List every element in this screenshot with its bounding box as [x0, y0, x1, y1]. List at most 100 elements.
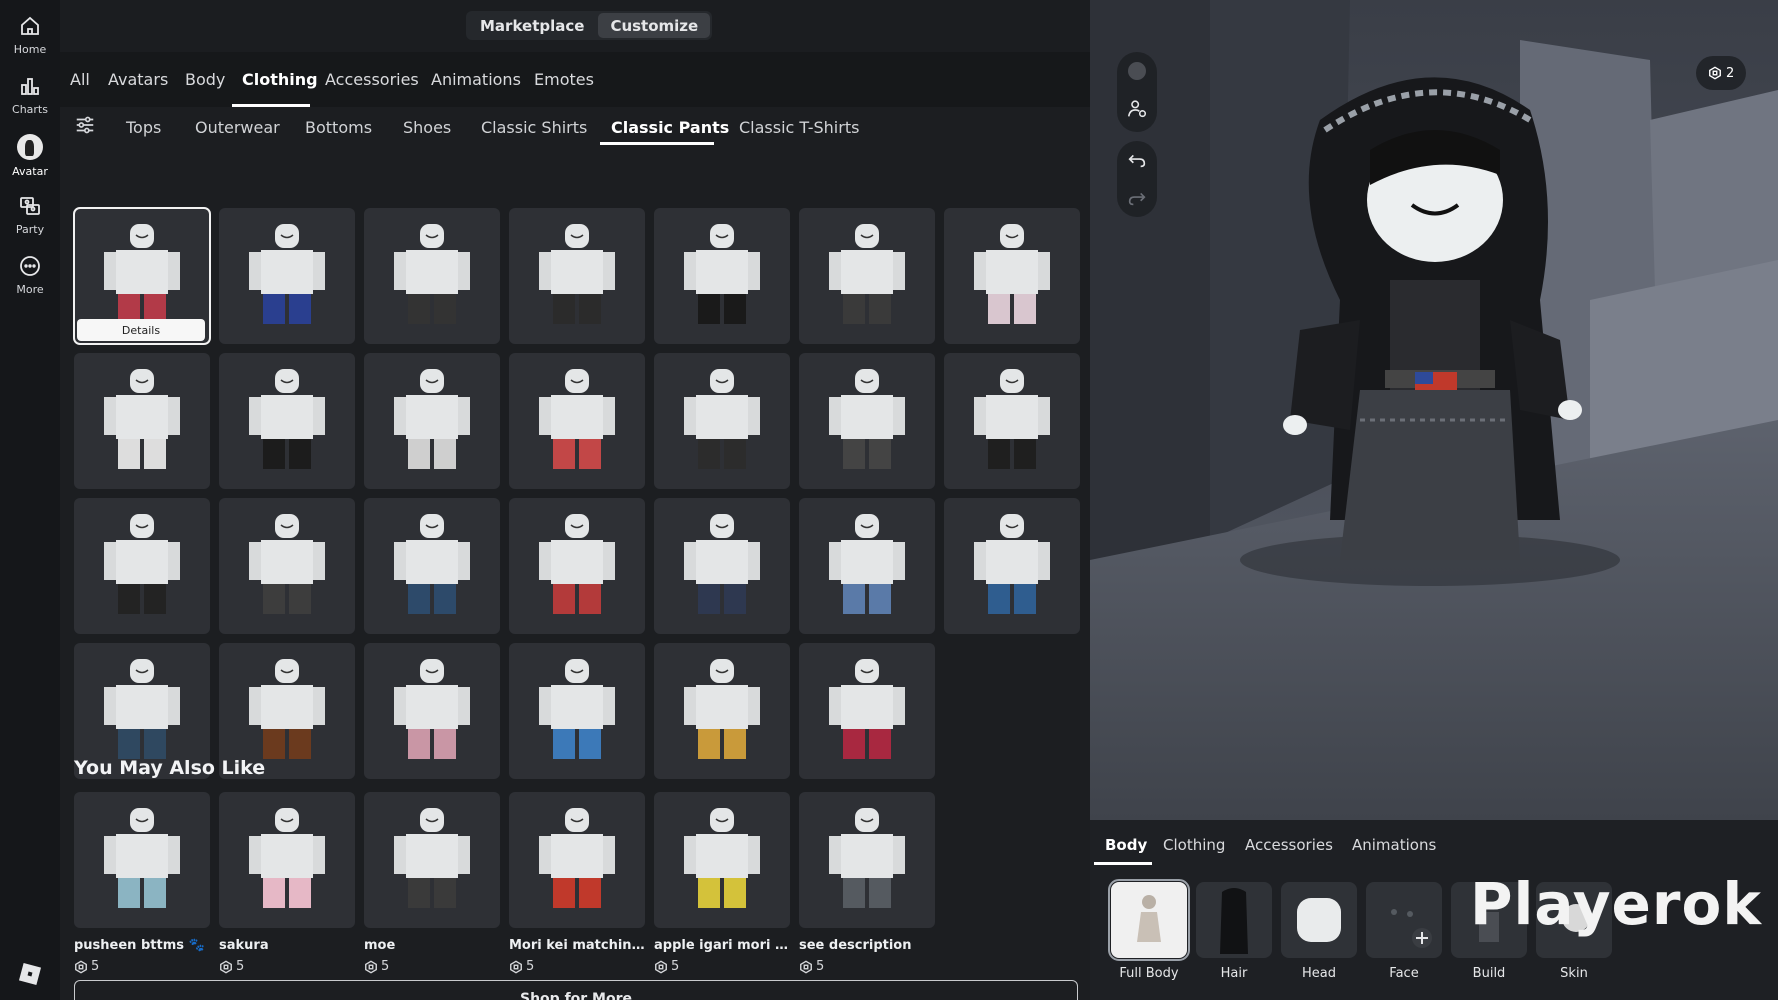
tab-clothing[interactable]: Clothing [242, 70, 318, 89]
undo-button[interactable] [1117, 141, 1157, 179]
bp-tab-accessories[interactable]: Accessories [1245, 836, 1333, 854]
nav-home[interactable]: Home [0, 8, 60, 66]
tab-accessories[interactable]: Accessories [325, 70, 419, 89]
clothing-grid-item[interactable] [509, 498, 645, 634]
recommended-item-name[interactable]: sakura [219, 938, 355, 953]
view-tools-history [1117, 141, 1157, 217]
details-button[interactable]: Details [77, 319, 205, 341]
recommended-item-name[interactable]: apple igari mori kei ... [654, 938, 790, 953]
subtab-bottoms[interactable]: Bottoms [305, 118, 372, 137]
tab-body[interactable]: Body [185, 70, 225, 89]
clothing-grid-item[interactable] [509, 208, 645, 344]
robux-balance-badge[interactable]: 2 [1696, 56, 1747, 90]
tab-animations[interactable]: Animations [431, 70, 521, 89]
nav-party[interactable]: Party [0, 188, 60, 246]
recommended-thumbnail[interactable] [364, 792, 500, 928]
clothing-grid-item[interactable]: Details [73, 207, 211, 345]
recommended-item-name[interactable]: Mori kei matching ... [509, 938, 645, 953]
clothing-grid-item[interactable] [74, 498, 210, 634]
bp-tab-clothing[interactable]: Clothing [1163, 836, 1225, 854]
filter-sliders-icon[interactable] [74, 114, 96, 136]
recommended-item-price: 5 [364, 959, 500, 974]
avatar-thumbnail-icon [974, 369, 1050, 469]
bp-tab-animations[interactable]: Animations [1352, 836, 1436, 854]
recommended-thumbnail[interactable] [509, 792, 645, 928]
robux-icon [800, 960, 812, 973]
clothing-grid-item[interactable] [219, 498, 355, 634]
recommended-thumbnail[interactable] [799, 792, 935, 928]
avatar-settings-button[interactable] [1117, 90, 1157, 128]
subtab-tops[interactable]: Tops [126, 118, 161, 137]
category-build-label: Build [1472, 966, 1506, 981]
recommended-thumbnail[interactable] [74, 792, 210, 928]
clothing-grid-item[interactable] [944, 208, 1080, 344]
clothing-grid-item[interactable] [654, 643, 790, 779]
subtab-classic-pants[interactable]: Classic Pants [611, 118, 729, 137]
category-face[interactable] [1366, 882, 1442, 958]
clothing-grid-item[interactable] [364, 353, 500, 489]
tab-avatars[interactable]: Avatars [108, 70, 168, 89]
recommended-item[interactable]: Mori kei matching ... 5 [509, 792, 645, 974]
charts-icon [21, 78, 39, 95]
tab-emotes[interactable]: Emotes [534, 70, 594, 89]
avatar-thumbnail-icon [539, 514, 615, 614]
avatar-thumbnail-icon [539, 224, 615, 324]
category-full-body[interactable] [1108, 879, 1190, 961]
tab-all[interactable]: All [70, 70, 90, 89]
recommended-item-name[interactable]: pusheen bttms 🐾 [74, 938, 210, 953]
recommended-thumbnail[interactable] [654, 792, 790, 928]
clothing-grid-item[interactable] [944, 353, 1080, 489]
category-head[interactable] [1281, 882, 1357, 958]
clothing-grid-item[interactable] [219, 353, 355, 489]
subtab-shoes[interactable]: Shoes [403, 118, 451, 137]
clothing-grid-item[interactable] [74, 353, 210, 489]
robux-icon [220, 960, 232, 973]
avatar-thumbnail-icon [829, 808, 905, 908]
avatar-icon [17, 134, 43, 160]
nav-charts[interactable]: Charts [0, 68, 60, 126]
recommended-item[interactable]: pusheen bttms 🐾 5 [74, 792, 210, 974]
recommended-thumbnail[interactable] [219, 792, 355, 928]
emote-thumbnail-button[interactable] [1117, 52, 1157, 90]
bp-tab-body[interactable]: Body [1105, 836, 1147, 854]
avatar-3d-viewport[interactable] [1090, 0, 1778, 820]
subtab-outerwear[interactable]: Outerwear [195, 118, 280, 137]
recommended-item-name[interactable]: see description [799, 938, 935, 953]
avatar-thumbnail-icon [539, 369, 615, 469]
redo-button[interactable] [1117, 179, 1157, 217]
clothing-grid-item[interactable] [364, 498, 500, 634]
roblox-logo-icon[interactable] [18, 962, 42, 986]
customize-button[interactable]: Customize [598, 13, 711, 38]
clothing-grid-item[interactable] [364, 643, 500, 779]
recommended-item[interactable]: apple igari mori kei ... 5 [654, 792, 790, 974]
shop-for-more-button[interactable]: Shop for More [74, 980, 1078, 1000]
price-value: 5 [816, 959, 825, 974]
nav-party-label: Party [15, 223, 45, 236]
subtab-classic-shirts[interactable]: Classic Shirts [481, 118, 587, 137]
clothing-grid-item[interactable] [509, 353, 645, 489]
clothing-grid-item[interactable] [364, 208, 500, 344]
clothing-grid-item[interactable] [654, 498, 790, 634]
category-hair[interactable] [1196, 882, 1272, 958]
clothing-grid-item[interactable] [219, 208, 355, 344]
subtab-classic-tshirts[interactable]: Classic T-Shirts [739, 118, 859, 137]
clothing-grid-item[interactable] [654, 208, 790, 344]
clothing-grid-item[interactable] [799, 353, 935, 489]
clothing-grid-item[interactable] [799, 643, 935, 779]
robux-icon [510, 960, 522, 973]
nav-more[interactable]: More [0, 248, 60, 306]
recommended-item[interactable]: moe 5 [364, 792, 500, 974]
category-tabs: All Avatars Body Clothing Accessories An… [60, 52, 1090, 107]
clothing-grid-item[interactable] [509, 643, 645, 779]
marketplace-button[interactable]: Marketplace [468, 13, 596, 38]
nav-avatar[interactable]: Avatar [0, 128, 60, 186]
avatar-thumbnail-icon [539, 808, 615, 908]
avatar-thumbnail-icon [829, 369, 905, 469]
clothing-grid-item[interactable] [799, 498, 935, 634]
recommended-item[interactable]: see description 5 [799, 792, 935, 974]
recommended-item[interactable]: sakura 5 [219, 792, 355, 974]
clothing-grid-item[interactable] [654, 353, 790, 489]
clothing-grid-item[interactable] [944, 498, 1080, 634]
recommended-item-name[interactable]: moe [364, 938, 500, 953]
clothing-grid-item[interactable] [799, 208, 935, 344]
